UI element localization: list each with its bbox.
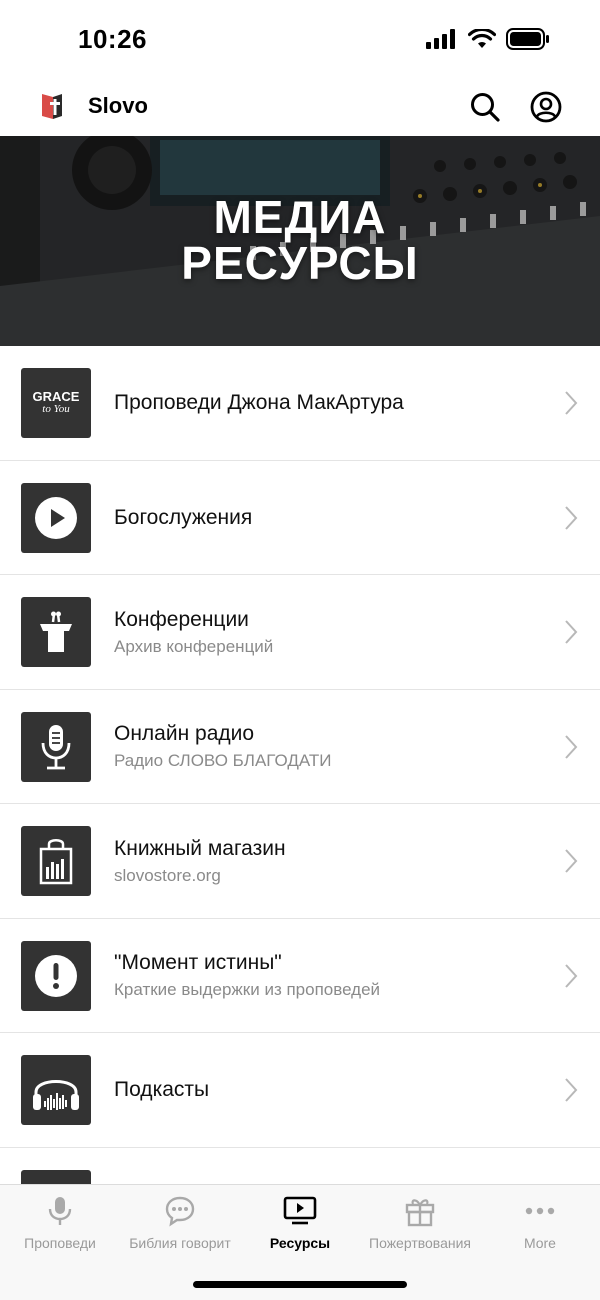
list-item-moment-of-truth[interactable]: "Момент истины" Краткие выдержки из проп… xyxy=(0,918,600,1033)
chevron-right-icon xyxy=(565,1078,578,1102)
grace-to-you-logo-icon: GRACE to You xyxy=(21,368,91,438)
tab-resources[interactable]: Ресурсы xyxy=(240,1193,360,1257)
list-item-title: "Момент истины" xyxy=(114,951,282,974)
chat-bubble-icon xyxy=(165,1196,195,1227)
tab-donations[interactable]: Пожертвования xyxy=(360,1193,480,1257)
tab-label: Библия говорит xyxy=(129,1235,231,1251)
podium-icon xyxy=(21,597,91,667)
shopping-bag-icon xyxy=(21,826,91,896)
chevron-right-icon xyxy=(565,505,578,530)
grace-logo-line1: GRACE xyxy=(32,389,80,404)
list-item-sermons-macarthur[interactable]: GRACE to You Проповеди Джона МакАртура xyxy=(0,346,600,461)
wifi-icon xyxy=(468,29,496,48)
list-item-title: Книжный магазин xyxy=(114,836,286,860)
tab-label: Ресурсы xyxy=(269,1235,331,1251)
battery-icon xyxy=(506,28,549,50)
resources-list: GRACE to You Проповеди Джона МакАртура Б… xyxy=(0,346,600,1184)
list-item-subtitle: slovostore.org xyxy=(114,865,221,885)
banner-title-line2: РЕСУРСЫ xyxy=(181,237,419,289)
chevron-right-icon xyxy=(565,620,578,644)
banner-title-line1: МЕДИА xyxy=(213,191,387,243)
list-item-subtitle: Радио СЛОВО БЛАГОДАТИ xyxy=(114,751,332,770)
account-button[interactable] xyxy=(529,90,563,124)
list-item-subtitle: Архив конференций xyxy=(114,636,274,656)
tab-more[interactable]: More xyxy=(480,1193,600,1257)
search-icon xyxy=(471,93,500,122)
list-item-title: Конференции xyxy=(114,607,249,631)
list-item-title: Проповеди Джона МакАртура xyxy=(114,391,404,414)
app-title: Slovo xyxy=(88,93,148,118)
slovo-logo-icon xyxy=(42,94,62,119)
list-item-title: Онлайн радио xyxy=(114,722,255,745)
status-time: 10:26 xyxy=(78,24,147,54)
list-item-title: Богослужения xyxy=(114,505,253,529)
chevron-right-icon xyxy=(565,734,578,759)
megaphone-icon xyxy=(21,1169,91,1184)
tab-label: Пожертвования xyxy=(369,1235,471,1251)
list-item-services[interactable]: Богослужения xyxy=(0,460,600,575)
tab-sermons[interactable]: Проповеди xyxy=(0,1193,120,1257)
microphone-icon xyxy=(21,711,91,782)
play-icon xyxy=(21,482,91,553)
headphones-icon xyxy=(21,1055,91,1125)
microphone-icon xyxy=(48,1197,72,1225)
chevron-right-icon xyxy=(565,963,578,988)
home-indicator[interactable] xyxy=(193,1281,407,1288)
more-dots-icon xyxy=(525,1207,555,1215)
tv-play-icon xyxy=(283,1196,317,1225)
status-icons xyxy=(426,28,550,50)
exclamation-icon xyxy=(21,940,91,1011)
list-item-podcasts[interactable]: Подкасты xyxy=(0,1033,600,1148)
tab-label: Проповеди xyxy=(24,1235,96,1251)
list-item-subtitle: Краткие выдержки из проповедей xyxy=(114,980,381,999)
list-item-bookstore[interactable]: Книжный магазин slovostore.org xyxy=(0,804,600,919)
media-banner: МЕДИА РЕСУРСЫ xyxy=(0,136,600,346)
grace-logo-line2: to You xyxy=(42,403,70,415)
chevron-right-icon xyxy=(565,849,578,873)
tab-label: More xyxy=(524,1235,556,1251)
chevron-right-icon xyxy=(565,391,578,415)
cellular-signal-icon xyxy=(426,29,455,49)
app-header: Slovo xyxy=(0,80,600,136)
gift-icon xyxy=(405,1199,435,1227)
list-item-conferences[interactable]: Конференции Архив конференций xyxy=(0,575,600,690)
list-item-partial[interactable] xyxy=(0,1147,600,1184)
status-bar: 10:26 xyxy=(0,0,600,80)
tab-bible-speaks[interactable]: Библия говорит xyxy=(120,1193,240,1257)
list-item-online-radio[interactable]: Онлайн радио Радио СЛОВО БЛАГОДАТИ xyxy=(0,689,600,804)
search-button[interactable] xyxy=(468,90,502,124)
list-item-title: Подкасты xyxy=(114,1078,210,1101)
account-icon xyxy=(530,91,562,123)
